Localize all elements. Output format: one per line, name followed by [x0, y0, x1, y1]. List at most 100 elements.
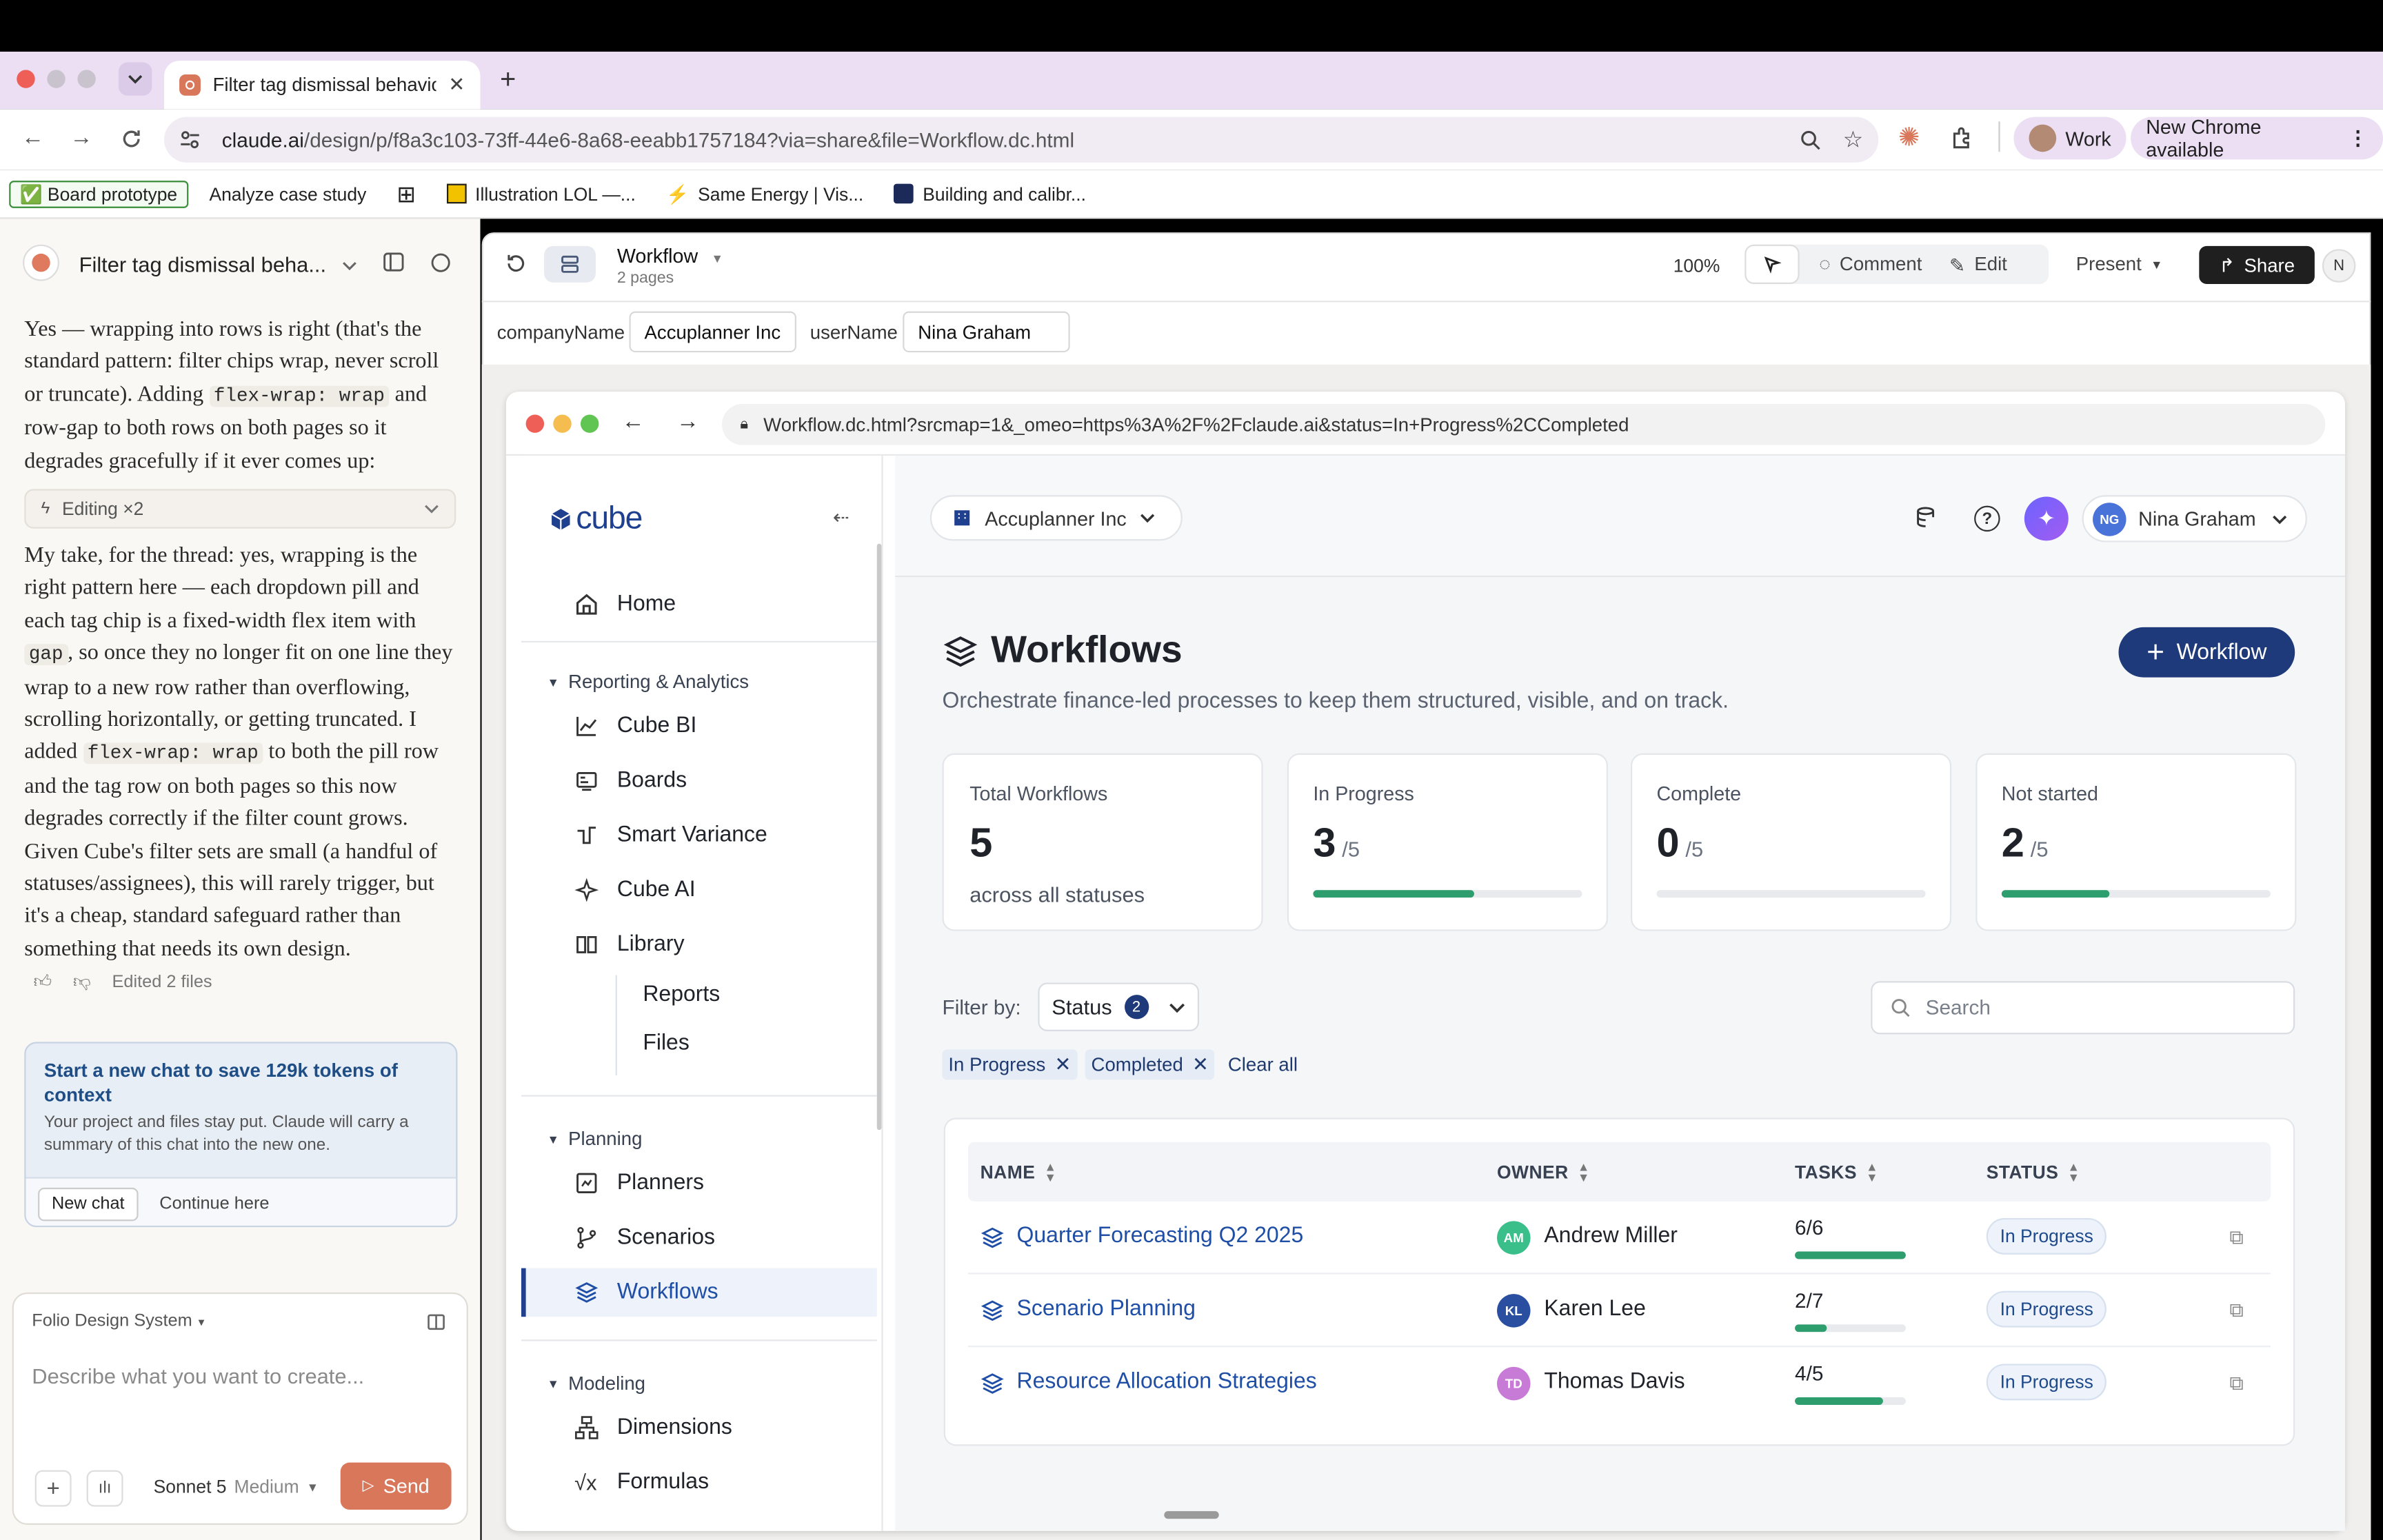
nav-workflows[interactable]: Workflows: [574, 1274, 718, 1310]
new-tab-button[interactable]: +: [500, 64, 516, 96]
thumbs-down-icon[interactable]: 👎︎: [73, 972, 91, 993]
minimize-window-button[interactable]: [47, 70, 66, 88]
chevron-down-icon[interactable]: ▼: [712, 252, 723, 266]
nav-dimensions[interactable]: Dimensions: [574, 1410, 732, 1446]
company-name-input[interactable]: Accuplanner Inc: [629, 311, 796, 353]
user-avatar[interactable]: N: [2322, 249, 2356, 283]
send-button[interactable]: ▷ Send: [340, 1462, 452, 1510]
preview-url-bar[interactable]: 🔒︎ Workflow.dc.html?srcmap=1&_omeo=https%…: [721, 404, 2326, 445]
forward-arrow-icon[interactable]: →: [70, 125, 92, 150]
active-tab[interactable]: Filter tag dismissal behavior ✕: [164, 61, 481, 110]
copy-icon[interactable]: ⧉: [2229, 1371, 2243, 1395]
user-menu[interactable]: NG Nina Graham: [2082, 495, 2307, 543]
help-icon[interactable]: ?: [1974, 505, 2000, 532]
select-tool-button[interactable]: [1746, 245, 1798, 283]
sidebar-scrollbar[interactable]: [876, 543, 882, 1131]
nav-cube-ai[interactable]: Cube AI: [574, 872, 696, 909]
clear-all-button[interactable]: Clear all: [1228, 1054, 1298, 1075]
nav-boards[interactable]: Boards: [574, 762, 687, 799]
close-window-button[interactable]: [17, 70, 35, 88]
chat-title[interactable]: Filter tag dismissal beha...: [79, 252, 326, 276]
zoom-icon[interactable]: [1799, 128, 1822, 151]
nav-section-planning[interactable]: ▼ Planning: [547, 1128, 642, 1150]
nav-cube-bi[interactable]: Cube BI: [574, 708, 696, 744]
copy-icon[interactable]: ⧉: [2229, 1299, 2243, 1323]
edit-button[interactable]: ✎ Edit: [1949, 253, 2007, 276]
close-tab-icon[interactable]: ✕: [448, 73, 465, 97]
remove-chip-icon[interactable]: ✕: [1192, 1053, 1209, 1077]
nav-section-reporting[interactable]: ▼ Reporting & Analytics: [547, 671, 749, 693]
comment-button[interactable]: ◌ Comment: [1819, 254, 1922, 275]
model-selector[interactable]: Sonnet 5 Medium ▼: [154, 1477, 319, 1498]
col-header-tasks[interactable]: TASKS ▲ ▼: [1795, 1161, 1878, 1184]
chrome-update-button[interactable]: New Chrome available ⋮: [2131, 115, 2383, 161]
user-name-input[interactable]: Nina Graham: [903, 311, 1070, 353]
thumbs-up-icon[interactable]: 👍︎: [33, 972, 52, 993]
present-button[interactable]: Present ▼: [2076, 254, 2163, 275]
nav-section-modeling[interactable]: ▼ Modeling: [547, 1373, 645, 1395]
preview-forward-icon[interactable]: →: [676, 409, 699, 434]
nav-planners[interactable]: Planners: [574, 1165, 704, 1202]
continue-here-button[interactable]: Continue here: [159, 1195, 269, 1213]
nav-files[interactable]: Files: [643, 1031, 690, 1068]
share-button[interactable]: ↱ Share: [2199, 245, 2315, 284]
chat-bubble-icon[interactable]: [430, 252, 452, 274]
bookmark-same-energy[interactable]: ⚡ Same Energy | Vis...: [657, 177, 873, 210]
copy-icon[interactable]: ⧉: [2229, 1226, 2243, 1250]
bookmark-star-icon[interactable]: ☆: [1843, 126, 1864, 153]
workflow-name-link[interactable]: Quarter Forecasting Q2 2025: [1017, 1224, 1304, 1248]
col-header-status[interactable]: STATUS ▲ ▼: [1987, 1161, 2080, 1184]
nav-formulas[interactable]: √x Formulas: [574, 1464, 709, 1501]
nav-home[interactable]: Home: [574, 586, 676, 622]
status-filter-dropdown[interactable]: Status 2: [1038, 982, 1200, 1031]
add-attachment-button[interactable]: +: [34, 1470, 72, 1507]
bookmark-board-prototype[interactable]: ✅ Board prototype: [9, 180, 188, 207]
design-system-selector[interactable]: Folio Design System ▾: [32, 1313, 204, 1330]
refresh-icon[interactable]: [505, 252, 527, 275]
database-icon[interactable]: [1915, 506, 1939, 530]
scroll-handle[interactable]: [1164, 1511, 1219, 1519]
composer-input[interactable]: Describe what you want to create...: [32, 1364, 364, 1388]
bookmark-analyze-case-study[interactable]: Analyze case study: [200, 177, 375, 210]
url-text[interactable]: claude.ai/design/p/f8a3c103-73ff-44e6-8a…: [222, 128, 1074, 151]
nav-reports[interactable]: Reports: [643, 982, 720, 1019]
cube-logo[interactable]: cube: [550, 501, 643, 538]
zoom-level[interactable]: 100%: [1673, 255, 1720, 276]
search-input[interactable]: Search: [1871, 981, 2295, 1035]
pages-toggle-button[interactable]: [544, 245, 596, 283]
add-workflow-button[interactable]: + Workflow: [2118, 627, 2295, 678]
collapse-sidebar-icon[interactable]: ⇠: [833, 506, 849, 530]
maximize-window-button[interactable]: [77, 70, 96, 88]
bookmark-illustration[interactable]: Illustration LOL —...: [437, 177, 645, 210]
nav-library[interactable]: Library: [574, 926, 685, 963]
reload-icon[interactable]: [120, 128, 143, 150]
col-header-owner[interactable]: OWNER ▲ ▼: [1497, 1161, 1590, 1184]
preview-back-icon[interactable]: ←: [621, 409, 644, 434]
workflow-name-link[interactable]: Resource Allocation Strategies: [1017, 1370, 1317, 1394]
company-selector[interactable]: Accuplanner Inc: [929, 495, 1183, 541]
omnibox[interactable]: claude.ai/design/p/f8a3c103-73ff-44e6-8a…: [164, 116, 1879, 163]
voice-button[interactable]: ılı: [86, 1470, 123, 1507]
profile-button[interactable]: Work: [2013, 116, 2126, 160]
nav-smart-variance[interactable]: Smart Variance: [574, 817, 767, 853]
ai-assistant-button[interactable]: ✦: [2024, 496, 2069, 541]
sidebar-toggle-icon[interactable]: [383, 252, 404, 272]
nav-scenarios[interactable]: Scenarios: [574, 1219, 715, 1256]
book-icon[interactable]: [427, 1314, 445, 1330]
bookmark-building[interactable]: Building and calibr...: [885, 177, 1095, 210]
remove-chip-icon[interactable]: ✕: [1054, 1053, 1071, 1077]
back-arrow-icon[interactable]: ←: [21, 125, 44, 150]
file-title[interactable]: Workflow: [617, 245, 698, 267]
project-icon[interactable]: [23, 244, 59, 281]
workflow-name-link[interactable]: Scenario Planning: [1017, 1297, 1196, 1321]
claude-extension-icon[interactable]: ✺: [1898, 123, 1920, 153]
new-chat-button[interactable]: New chat: [38, 1186, 139, 1221]
edited-files-label[interactable]: Edited 2 files: [112, 973, 212, 991]
editing-disclosure[interactable]: ϟ Editing ×2: [24, 489, 456, 529]
extensions-puzzle-icon[interactable]: [1950, 126, 1974, 150]
tab-search-button[interactable]: [118, 62, 152, 96]
apps-grid-icon[interactable]: ⊞: [388, 177, 425, 210]
chevron-down-icon[interactable]: [342, 259, 357, 274]
col-header-name[interactable]: NAME ▲ ▼: [981, 1161, 1057, 1184]
site-info-icon[interactable]: [179, 129, 201, 150]
